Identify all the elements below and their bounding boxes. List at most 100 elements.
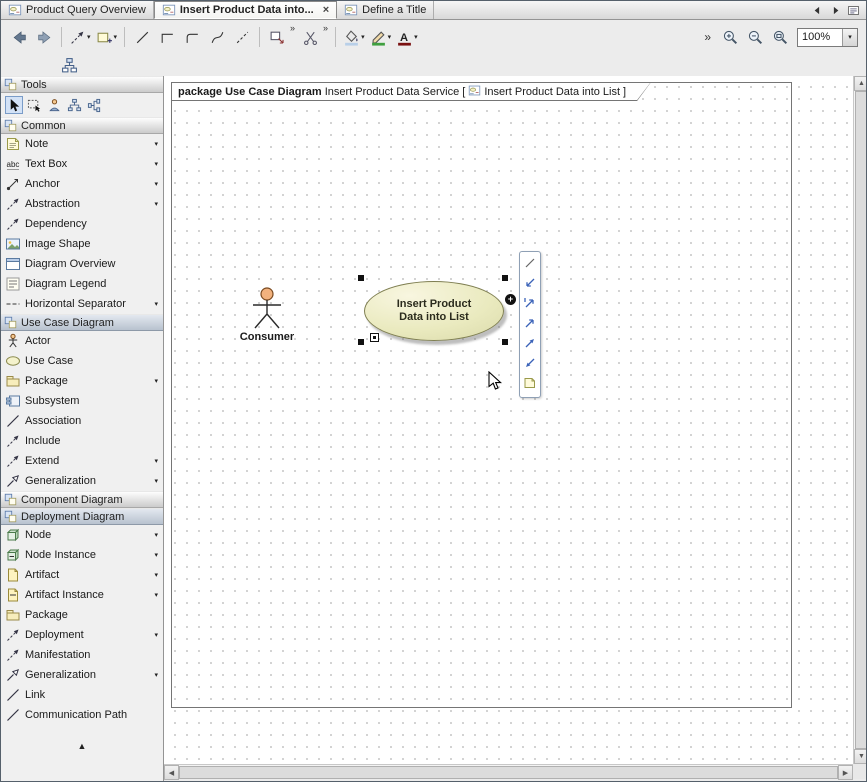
- selection-handle-bottom-left[interactable]: [358, 339, 364, 345]
- path-rounded-button[interactable]: [180, 24, 204, 50]
- note-comment-button[interactable]: [522, 375, 538, 394]
- dropdown-arrow-icon[interactable]: ▾: [154, 591, 161, 599]
- palette-item-diagram-overview[interactable]: Diagram Overview: [1, 254, 163, 274]
- palette-item-artifact-instance[interactable]: Artifact Instance▾: [1, 585, 163, 605]
- actor-consumer[interactable]: Consumer: [230, 287, 304, 343]
- link-ne-solid-button[interactable]: [522, 335, 538, 354]
- palette-item-generalization[interactable]: Generalization▾: [1, 665, 163, 685]
- palette-item-extend[interactable]: Extend▾: [1, 451, 163, 471]
- palette-item-link[interactable]: Link: [1, 685, 163, 705]
- dropdown-arrow-icon[interactable]: ▾: [154, 671, 161, 679]
- zoom-in-button[interactable]: [718, 24, 742, 50]
- path-dashed-button[interactable]: [230, 24, 254, 50]
- zoom-level-combobox[interactable]: 100%▾: [797, 28, 858, 47]
- palette-section-common[interactable]: Common: [1, 117, 163, 134]
- palette-item-use-case[interactable]: Use Case: [1, 351, 163, 371]
- selection-handle-top-right[interactable]: [502, 275, 508, 281]
- dropdown-arrow-icon[interactable]: ▾: [114, 33, 118, 41]
- palette-item-abstraction[interactable]: Abstraction▾: [1, 194, 163, 214]
- dropdown-arrow-icon[interactable]: ▾: [154, 180, 161, 188]
- dropdown-arrow-icon[interactable]: ▾: [414, 33, 418, 41]
- palette-item-manifestation[interactable]: Manifestation: [1, 645, 163, 665]
- selection-handle-bottom-right[interactable]: [502, 339, 508, 345]
- back-arrow-button[interactable]: [7, 24, 31, 50]
- scroll-left-button[interactable]: ◀: [164, 765, 179, 780]
- palette-section-use-case-diagram[interactable]: Use Case Diagram: [1, 314, 163, 331]
- scroll-down-button[interactable]: ▼: [854, 749, 867, 764]
- select-tool-button[interactable]: [5, 96, 23, 114]
- dropdown-arrow-icon[interactable]: ▾: [154, 531, 161, 539]
- tab-list-button[interactable]: [846, 3, 861, 18]
- scissors-button[interactable]: [298, 24, 322, 50]
- palette-section-deployment-diagram[interactable]: Deployment Diagram: [1, 508, 163, 525]
- add-related-element-button[interactable]: +: [505, 294, 516, 305]
- dropdown-arrow-icon[interactable]: ▾: [154, 300, 161, 308]
- palette-item-subsystem[interactable]: Subsystem: [1, 391, 163, 411]
- person-tool-button[interactable]: [45, 96, 63, 114]
- dropdown-arrow-icon[interactable]: ▾: [388, 33, 392, 41]
- dropdown-arrow-icon[interactable]: ▾: [154, 477, 161, 485]
- palette-section-tools[interactable]: Tools: [1, 76, 163, 93]
- horizontal-scroll-thumb[interactable]: [179, 766, 838, 779]
- path-rectilinear-button[interactable]: [155, 24, 179, 50]
- nav-right-button[interactable]: [828, 3, 843, 18]
- use-case-shape[interactable]: Insert Product Data into List: [364, 281, 504, 341]
- diagram-canvas[interactable]: package Use Case Diagram Insert Product …: [164, 76, 853, 764]
- palette-item-communication-path[interactable]: Communication Path: [1, 705, 163, 725]
- dropdown-arrow-icon[interactable]: ▾: [154, 551, 161, 559]
- vertical-scroll-thumb[interactable]: [855, 91, 867, 749]
- nav-left-button[interactable]: [810, 3, 825, 18]
- palette-item-dependency[interactable]: Dependency: [1, 214, 163, 234]
- tree-h-tool-button[interactable]: [85, 96, 103, 114]
- dropdown-arrow-icon[interactable]: ▾: [154, 200, 161, 208]
- toolbar-overflow-icon[interactable]: »: [704, 30, 711, 44]
- pin-handle[interactable]: [370, 333, 379, 342]
- palette-item-text-box[interactable]: abcText Box▾: [1, 154, 163, 174]
- link-ne-instance-button[interactable]: [522, 295, 538, 314]
- palette-item-artifact[interactable]: Artifact▾: [1, 565, 163, 585]
- group-overflow-icon[interactable]: »: [290, 23, 295, 33]
- path-bezier-button[interactable]: [205, 24, 229, 50]
- selection-handle-top-left[interactable]: [358, 275, 364, 281]
- scroll-up-button[interactable]: ▲: [854, 76, 867, 91]
- pen-color-button[interactable]: ▾: [368, 24, 394, 50]
- palette-section-component-diagram[interactable]: Component Diagram: [1, 491, 163, 508]
- link-ne-button[interactable]: [522, 315, 538, 334]
- scroll-right-button[interactable]: ▶: [838, 765, 853, 780]
- horizontal-scrollbar[interactable]: ◀ ▶: [164, 764, 853, 779]
- palette-item-package[interactable]: Package▾: [1, 371, 163, 391]
- tab-close-icon[interactable]: ×: [323, 5, 329, 16]
- add-shape-tool-button[interactable]: ▾: [94, 24, 120, 50]
- palette-item-diagram-legend[interactable]: Diagram Legend: [1, 274, 163, 294]
- font-color-button[interactable]: A▾: [394, 24, 420, 50]
- zoom-out-button[interactable]: [743, 24, 767, 50]
- tab-define-a-title[interactable]: Define a Title: [337, 1, 434, 19]
- palette-item-image-shape[interactable]: Image Shape: [1, 234, 163, 254]
- forward-arrow-button[interactable]: [32, 24, 56, 50]
- palette-item-deployment[interactable]: Deployment▾: [1, 625, 163, 645]
- dropdown-arrow-icon[interactable]: ▾: [87, 33, 91, 41]
- group-overflow-icon[interactable]: »: [323, 23, 328, 33]
- dependency-tool-button[interactable]: ▾: [67, 24, 93, 50]
- containment-tree-button[interactable]: [57, 52, 81, 78]
- dropdown-arrow-icon[interactable]: ▾: [154, 140, 161, 148]
- zoom-dropdown-icon[interactable]: ▾: [842, 29, 857, 46]
- path-oblique-button[interactable]: [130, 24, 154, 50]
- palette-item-association[interactable]: Association: [1, 411, 163, 431]
- marquee-tool-button[interactable]: [25, 96, 43, 114]
- dropdown-arrow-icon[interactable]: ▾: [361, 33, 365, 41]
- dropdown-arrow-icon[interactable]: ▾: [154, 457, 161, 465]
- palette-scroll-up-button[interactable]: ▲: [1, 741, 163, 751]
- zoom-region-button[interactable]: [768, 24, 792, 50]
- draw-line-button[interactable]: [522, 255, 538, 274]
- vertical-scrollbar[interactable]: ▲ ▼: [853, 76, 867, 764]
- tab-product-query-overview[interactable]: Product Query Overview: [1, 1, 154, 19]
- palette-item-generalization[interactable]: Generalization▾: [1, 471, 163, 491]
- dropdown-arrow-icon[interactable]: ▾: [154, 377, 161, 385]
- palette-item-include[interactable]: Include: [1, 431, 163, 451]
- dropdown-arrow-icon[interactable]: ▾: [154, 631, 161, 639]
- fill-color-button[interactable]: ▾: [341, 24, 367, 50]
- palette-item-anchor[interactable]: Anchor▾: [1, 174, 163, 194]
- tab-insert-product-data-into[interactable]: Insert Product Data into...×: [154, 1, 337, 19]
- palette-item-note[interactable]: Note▾: [1, 134, 163, 154]
